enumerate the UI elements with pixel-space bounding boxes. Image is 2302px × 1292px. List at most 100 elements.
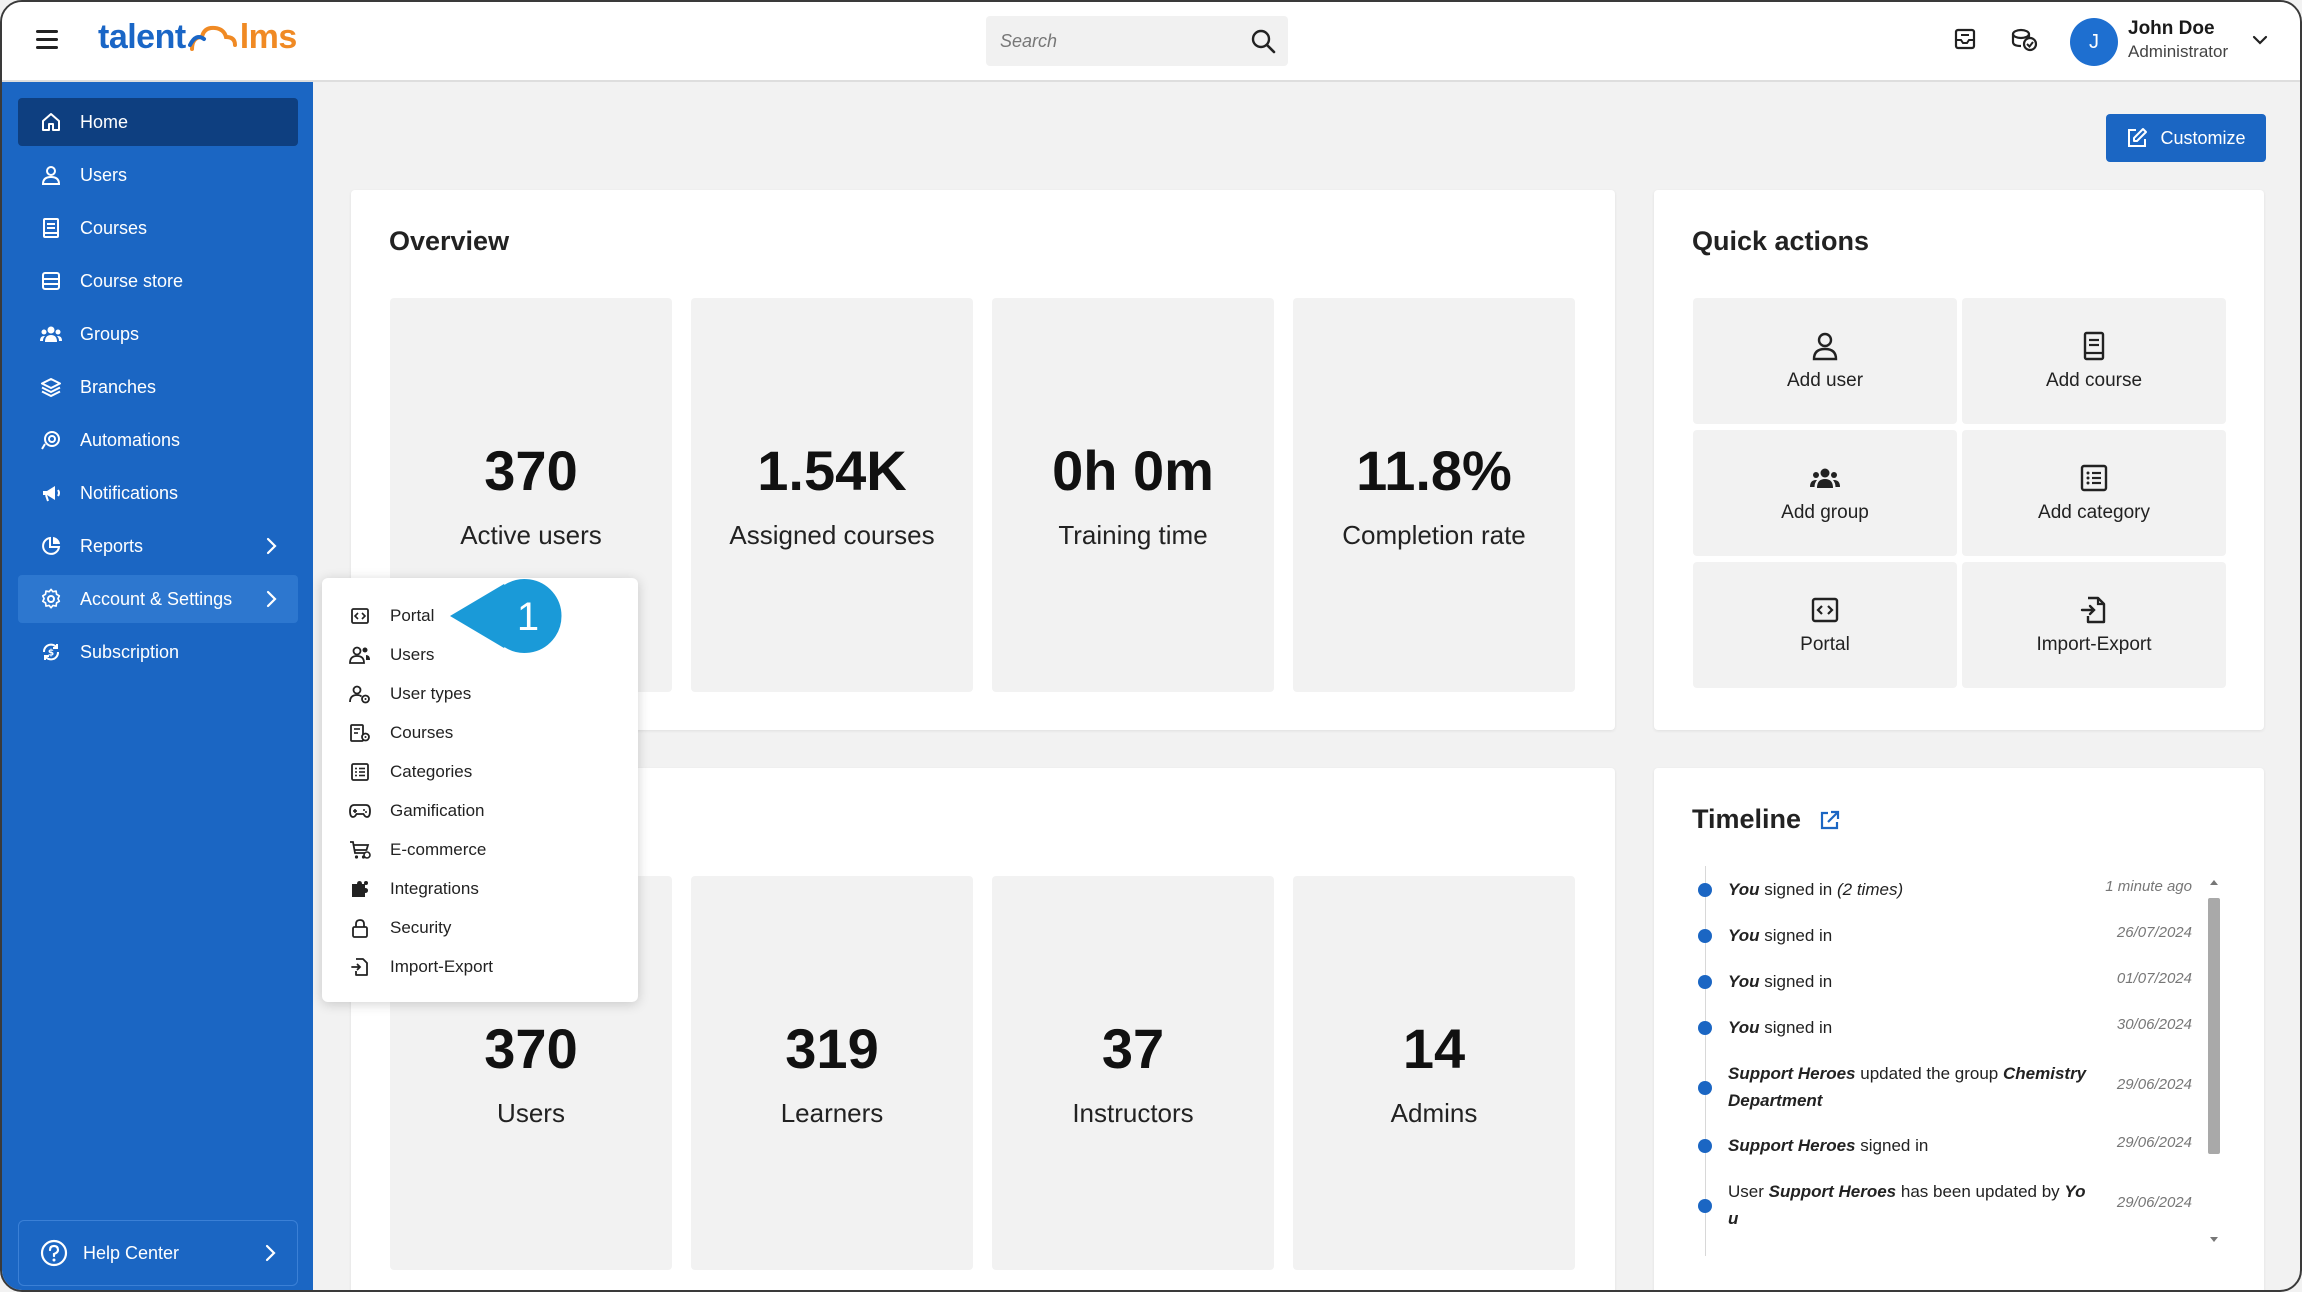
timeline-scrollbar[interactable] [2206, 876, 2222, 1248]
submenu-item-label: Gamification [390, 801, 485, 820]
scroll-up-icon[interactable] [2209, 878, 2219, 886]
hamburger-menu-icon[interactable] [36, 30, 58, 49]
stat-training-time[interactable]: 0h 0m Training time [992, 298, 1274, 692]
search-box [986, 16, 1288, 66]
stat-completion-rate[interactable]: 11.8% Completion rate [1293, 298, 1575, 692]
sidebar-item-label: Account & Settings [80, 588, 233, 609]
import-icon [348, 955, 372, 979]
scroll-down-icon[interactable] [2209, 1236, 2219, 1244]
submenu-item-label: Users [390, 645, 435, 664]
timeline-time: 01/07/2024 [2116, 970, 2192, 987]
stat-label: Training time [1058, 520, 1208, 550]
sidebar: Home Users Courses Course store Groups B… [2, 82, 313, 1290]
stat-learners[interactable]: 319 Learners [691, 876, 973, 1270]
stat-value: 11.8% [1356, 439, 1512, 502]
stat-assigned-courses[interactable]: 1.54K Assigned courses [691, 298, 973, 692]
sidebar-item-account-settings[interactable]: Account & Settings [18, 575, 298, 623]
overview-title: Overview [389, 226, 510, 256]
stat-value: 0h 0m [1052, 439, 1214, 502]
timeline-time: 26/07/2024 [2116, 924, 2192, 941]
submenu-item-courses[interactable]: Courses [348, 716, 453, 750]
quick-action-label: Portal [1800, 634, 1850, 655]
timeline-dot [1698, 1199, 1712, 1213]
messages-icon[interactable] [1952, 26, 1978, 52]
app-window: talent lms J John Doe Administrator Home… [0, 0, 2302, 1292]
search-icon[interactable] [1250, 28, 1276, 54]
quick-action-label: Add category [2038, 502, 2150, 523]
pie-chart-icon [38, 533, 64, 559]
group-icon [38, 321, 64, 347]
submenu-item-label: Security [390, 918, 452, 937]
submenu-item-user-types[interactable]: User types [348, 677, 471, 711]
sidebar-item-course-store[interactable]: Course store [18, 257, 298, 305]
user-role: Administrator [2128, 42, 2229, 61]
chevron-down-icon [2252, 35, 2268, 45]
timeline-event: Support Heroes updated the group Chemist… [1692, 1060, 2192, 1116]
stat-admins[interactable]: 14 Admins [1293, 876, 1575, 1270]
sidebar-item-subscription[interactable]: $ Subscription [18, 628, 298, 676]
quick-action-add-category[interactable]: Add category [1962, 430, 2226, 556]
help-center-button[interactable]: Help Center [18, 1220, 298, 1286]
cart-icon [348, 838, 372, 862]
submenu-item-users[interactable]: Users [348, 638, 434, 672]
book-icon [2083, 331, 2105, 361]
stat-value: 319 [785, 1017, 879, 1080]
user-menu[interactable]: J John Doe Administrator [2066, 14, 2286, 70]
timeline-card: Timeline You signed in (2 times) 1 minut… [1654, 768, 2264, 1290]
quick-action-portal[interactable]: Portal [1693, 562, 1957, 688]
sidebar-item-label: Courses [80, 217, 148, 238]
step-callout-badge: 1 [450, 578, 564, 655]
stat-label: Active users [460, 520, 602, 550]
timeline-event: You signed in (2 times) 1 minute ago [1692, 876, 2192, 906]
quick-action-add-group[interactable]: Add group [1693, 430, 1957, 556]
submenu-item-portal[interactable]: Portal [348, 599, 434, 633]
chevron-right-icon [266, 590, 277, 608]
external-link-icon[interactable] [1819, 809, 1841, 831]
sidebar-item-label: Branches [80, 376, 157, 397]
submenu-item-categories[interactable]: Categories [348, 755, 472, 789]
stat-label: Admins [1390, 1098, 1478, 1128]
automation-icon [38, 427, 64, 453]
submenu-item-gamification[interactable]: Gamification [348, 794, 484, 828]
sidebar-item-home[interactable]: Home [18, 98, 298, 146]
sidebar-item-notifications[interactable]: Notifications [18, 469, 298, 517]
submenu-item-integrations[interactable]: Integrations [348, 872, 479, 906]
sidebar-item-groups[interactable]: Groups [18, 310, 298, 358]
chevron-right-icon [265, 1244, 276, 1262]
sidebar-item-branches[interactable]: Branches [18, 363, 298, 411]
quick-action-import-export[interactable]: Import-Export [1962, 562, 2226, 688]
submenu-item-label: Import-Export [390, 957, 493, 976]
sidebar-item-users[interactable]: Users [18, 151, 298, 199]
logo-text-talent: talent [98, 18, 186, 56]
timeline-title: Timeline [1692, 804, 1802, 834]
sidebar-item-automations[interactable]: Automations [18, 416, 298, 464]
sidebar-item-courses[interactable]: Courses [18, 204, 298, 252]
courses-settings-icon [348, 721, 372, 745]
logo[interactable]: talent lms [98, 18, 297, 57]
timeline-dot [1698, 883, 1712, 897]
home-icon [38, 109, 64, 135]
sidebar-item-reports[interactable]: Reports [18, 522, 298, 570]
sidebar-item-label: Course store [80, 270, 184, 291]
list-icon [348, 760, 372, 784]
scrollbar-thumb[interactable] [2208, 898, 2220, 1154]
stat-instructors[interactable]: 37 Instructors [992, 876, 1274, 1270]
timeline-event: You signed in 30/06/2024 [1692, 1014, 2192, 1044]
submenu-item-label: Categories [390, 762, 473, 781]
import-icon [2080, 596, 2106, 624]
search-input[interactable] [986, 16, 1236, 66]
sidebar-item-label: Users [80, 164, 128, 185]
timeline-event: Support Heroes signed in 29/06/2024 [1692, 1132, 2192, 1162]
stat-label: Instructors [1072, 1098, 1194, 1128]
customize-button[interactable]: Customize [2106, 114, 2266, 162]
submenu-item-import-export[interactable]: Import-Export [348, 950, 493, 984]
timeline-event: User Support Heroes has been updated by … [1692, 1178, 2192, 1234]
submenu-item-e-commerce[interactable]: E-commerce [348, 833, 486, 867]
stat-value: 1.54K [757, 439, 907, 502]
quick-actions-title: Quick actions [1692, 226, 1870, 256]
coins-icon[interactable] [2010, 26, 2038, 52]
submenu-item-security[interactable]: Security [348, 911, 451, 945]
user-icon [38, 162, 64, 188]
quick-action-add-user[interactable]: Add user [1693, 298, 1957, 424]
quick-action-add-course[interactable]: Add course [1962, 298, 2226, 424]
